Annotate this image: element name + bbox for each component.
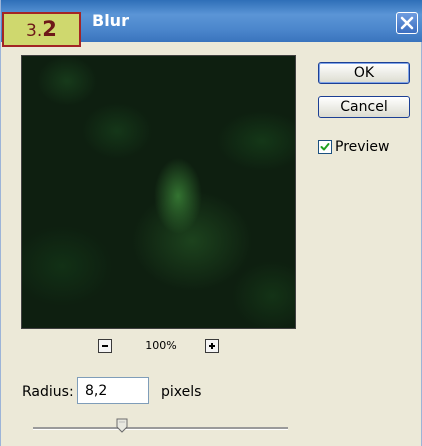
cancel-button[interactable]: Cancel bbox=[318, 96, 410, 118]
ok-button[interactable]: OK bbox=[318, 62, 410, 84]
preview-checkbox[interactable] bbox=[318, 140, 332, 154]
blur-preview-image[interactable] bbox=[21, 55, 296, 329]
blur-dialog: Blur 3.2 100% OK Cancel Preview Radius: … bbox=[0, 0, 422, 446]
step-major-number: 3. bbox=[26, 21, 43, 41]
checkmark-icon bbox=[320, 143, 330, 151]
close-button[interactable] bbox=[396, 12, 418, 34]
slider-thumb-icon[interactable] bbox=[116, 418, 128, 433]
radius-units-label: pixels bbox=[161, 384, 202, 400]
radius-label: Radius: bbox=[22, 384, 74, 400]
minus-icon bbox=[102, 345, 108, 347]
zoom-level: 100% bbox=[145, 339, 177, 352]
radius-slider-track[interactable] bbox=[33, 427, 288, 430]
radius-input[interactable] bbox=[77, 377, 149, 404]
preview-label: Preview bbox=[335, 139, 390, 155]
step-badge: 3.2 bbox=[2, 12, 81, 47]
zoom-controls: 100% bbox=[1, 339, 321, 355]
zoom-in-button[interactable] bbox=[205, 339, 219, 353]
zoom-out-button[interactable] bbox=[98, 339, 112, 353]
dialog-title: Blur bbox=[92, 11, 129, 30]
step-minor-number: 2 bbox=[42, 17, 57, 41]
close-icon bbox=[400, 16, 414, 30]
plus-icon bbox=[209, 343, 215, 349]
